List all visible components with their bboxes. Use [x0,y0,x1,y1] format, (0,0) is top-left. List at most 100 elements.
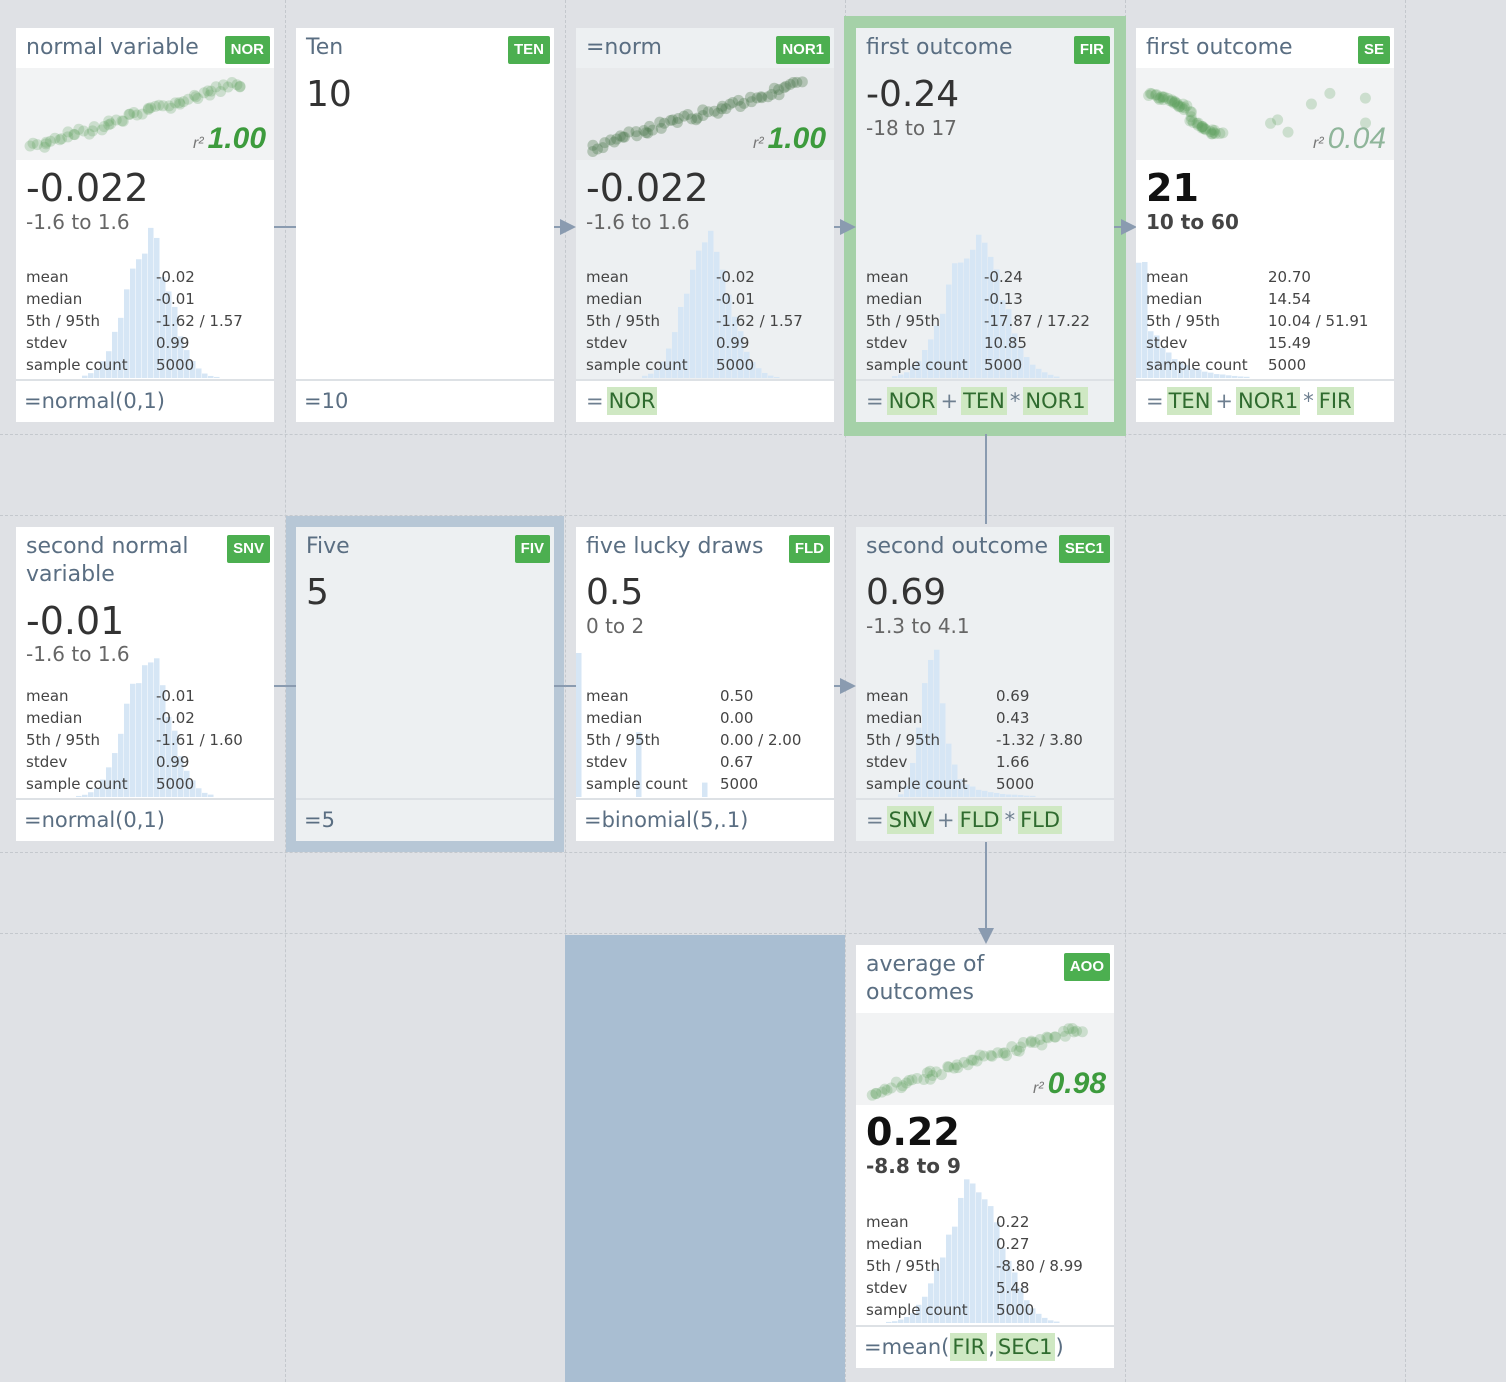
stat-label: median [866,1235,923,1253]
histogram-bar [1054,1321,1060,1323]
histogram-bar [1012,794,1018,797]
cell-range: 10 to 60 [1146,210,1239,234]
formula-bar[interactable]: =normal(0,1) [16,798,274,841]
formula-ref-token[interactable]: FIR [1316,387,1354,415]
formula-operator: * [1004,808,1016,832]
r2-value: 0.04 [1327,122,1386,155]
r2-label: r² [192,135,204,152]
formula-bar[interactable]: =normal(0,1) [16,379,274,422]
formula-bar[interactable]: = NOR [576,379,834,422]
formula-bar[interactable]: =5 [296,798,554,841]
stat-value: 5000 [1268,356,1307,374]
cell-value: -0.022 [26,166,149,210]
formula-ref-token[interactable]: NOR1 [1023,387,1088,415]
cell-fld[interactable]: five lucky draws FLD 0.5 0 to 2 mean 0.50… [576,527,834,841]
stat-value: -1.61 / 1.60 [156,731,243,749]
histogram-bar [208,375,214,378]
cell-nor[interactable]: normal variable NOR r² 1.00 -0.022 -1.6 t… [16,28,274,422]
formula-bar[interactable]: = SNV + FLD * FLD [856,798,1114,841]
stat-label: mean [586,268,629,286]
formula-ref-token[interactable]: NOR [886,387,938,415]
formula-ref-token[interactable]: FLD [1018,806,1063,834]
stat-label: sample count [586,356,688,374]
stat-label: 5th / 95th [866,731,940,749]
formula-bar[interactable]: =10 [296,379,554,422]
stat-value: 20.70 [1268,268,1311,286]
stat-value: -0.01 [156,290,195,308]
stat-label: 5th / 95th [26,312,100,330]
scatter-point [1305,98,1317,110]
stat-value: -1.62 / 1.57 [716,312,803,330]
cell-value: 21 [1146,166,1199,210]
histogram-bar [1238,376,1244,378]
formula-ref-token[interactable]: SNV [886,806,935,834]
stat-value: -0.02 [716,268,755,286]
stat-value: 10.04 / 51.91 [1268,312,1369,330]
stat-label: sample count [866,356,968,374]
cell-range: -18 to 17 [866,116,957,140]
histogram-bar [1018,795,1024,797]
cell-badge: TEN [508,36,550,64]
formula-operator: + [940,389,959,413]
formula-ref-token[interactable]: FIR [950,1333,988,1361]
cell-title: first outcome [866,35,1013,60]
stat-label: sample count [26,356,128,374]
cell-nor1[interactable]: =norm NOR1 r² 1.00 -0.022 -1.6 to 1.6 mea… [576,28,834,422]
cell-title: second normal variable [26,534,189,587]
r2-label: r² [752,135,764,152]
stat-label: mean [866,687,909,705]
scatter-sparkline: r² 0.98 [856,1013,1114,1105]
cell-range: -1.3 to 4.1 [866,614,970,638]
stat-value: 0.67 [720,753,754,771]
formula-ref-token[interactable]: TEN [1166,387,1213,415]
cell-sec1[interactable]: second outcome SEC1 0.69 -1.3 to 4.1 mea… [856,527,1114,841]
cell-se[interactable]: first outcome SE r² 0.04 21 10 to 60 mean… [1136,28,1394,422]
stat-value: 5000 [984,356,1023,374]
stat-value: 5000 [156,775,195,793]
formula-ref-token[interactable]: NOR [606,387,658,415]
formula-operator: + [937,808,955,832]
stat-value: 0.50 [720,687,754,705]
formula-ref-token[interactable]: FLD [957,806,1002,834]
formula-ref-token[interactable]: SEC1 [995,1333,1055,1361]
formula-operator: * [1303,389,1314,413]
stats-table: mean 0.50 median 0.00 5th / 95th 0.00 / 2.0… [586,685,826,795]
cell-snv[interactable]: second normal variable SNV -0.01 -1.6 to… [16,527,274,841]
stat-value: 5000 [720,775,759,793]
histogram-bar [892,376,898,378]
cell-aoo[interactable]: average of outcomes AOO r² 0.98 0.22 -8.8… [856,945,1114,1368]
stats-table: mean -0.02 median -0.01 5th / 95th -1.62 / … [586,266,826,376]
stat-label: stdev [1146,334,1188,352]
stat-value: 5000 [996,775,1035,793]
scatter-sparkline: r² 1.00 [576,68,834,160]
stat-value: 0.99 [156,753,190,771]
formula-bar[interactable]: =mean(FIR, SEC1) [856,1325,1114,1368]
histogram-bar [82,375,88,378]
stat-label: mean [1146,268,1189,286]
formula-ref-token[interactable]: TEN [961,387,1007,415]
cell-fir[interactable]: first outcome FIR -0.24 -18 to 17 mean -0… [856,28,1114,422]
scatter-point [234,81,246,93]
stat-value: 0.00 / 2.00 [720,731,802,749]
cell-title: Ten [306,35,344,60]
stat-label: stdev [26,334,68,352]
cell-title: five lucky draws [586,534,764,559]
cell-title: average of outcomes [866,952,985,1005]
formula-function-close: ) [1055,1335,1064,1359]
formula-bar[interactable]: = TEN + NOR1 * FIR [1136,379,1394,422]
cell-ten[interactable]: Ten TEN 10 =10 [296,28,554,422]
stat-label: stdev [866,753,908,771]
cell-title: first outcome [1146,35,1293,60]
formula-ref-token[interactable]: NOR1 [1236,387,1301,415]
cell-range: -1.6 to 1.6 [586,210,690,234]
cell-badge: SE [1357,36,1390,64]
formula-bar[interactable]: = NOR + TEN * NOR1 [856,379,1114,422]
stat-value: 5000 [156,356,195,374]
cell-fiv[interactable]: Five FIV 5 =5 [296,527,554,841]
formula-bar[interactable]: =binomial(5,.1) [576,798,834,841]
histogram-bar [576,653,582,797]
histogram-bar [774,376,780,378]
stat-label: 5th / 95th [586,731,660,749]
cell-badge: FIR [1073,36,1110,64]
cell-value: -0.01 [26,599,125,643]
